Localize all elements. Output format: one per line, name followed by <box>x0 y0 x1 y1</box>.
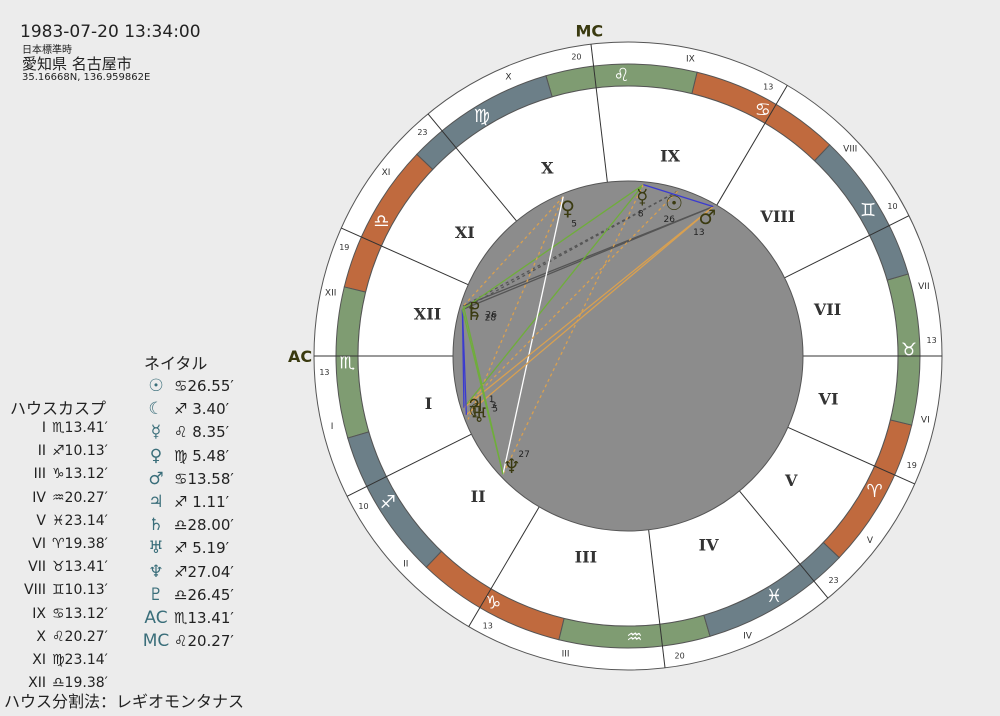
planet-degree-label: 8 <box>638 210 644 220</box>
house-outer-label: XI <box>382 168 391 178</box>
planet-degree-label: 26 <box>485 310 497 320</box>
house-number-label: X <box>541 159 554 178</box>
house-number-label: III <box>575 548 597 567</box>
cusp-degree-label: 20 <box>571 52 581 61</box>
house-number-label: VIII <box>759 207 795 226</box>
planet-marker: ☿ <box>636 185 648 209</box>
sign-glyph: ♍ <box>474 106 490 127</box>
planet-degree-label: 13 <box>693 228 704 238</box>
cusp-degree-label: 13 <box>483 622 493 631</box>
planet-degree-label: 5 <box>492 405 498 415</box>
house-outer-label: I <box>331 422 334 432</box>
cusp-degree-label: 19 <box>907 461 917 470</box>
cusp-degree-label: 20 <box>674 652 684 661</box>
house-outer-label: VI <box>921 415 930 425</box>
cusp-degree-label: 19 <box>339 243 349 252</box>
sign-glyph: ♎ <box>373 211 389 232</box>
sign-glyph: ♈ <box>866 481 882 502</box>
planet-marker: ♀ <box>560 196 575 220</box>
house-outer-label: IX <box>686 54 695 64</box>
house-number-label: I <box>425 394 432 413</box>
cusp-degree-label: 23 <box>417 128 427 137</box>
cusp-degree-label: 23 <box>828 576 838 585</box>
sign-glyph: ♉ <box>901 340 917 361</box>
house-number-label: IX <box>660 146 680 165</box>
ascendant-label: AC <box>288 347 312 366</box>
cusp-degree-label: 10 <box>358 502 368 511</box>
planet-marker: ♂ <box>698 205 716 229</box>
planet-degree-label: 26 <box>664 215 676 225</box>
planet-marker: ☉ <box>665 191 683 215</box>
planet-degree-label: 5 <box>571 220 577 230</box>
sign-glyph: ♌ <box>613 65 629 86</box>
planet-degree-label: 27 <box>518 450 529 460</box>
house-outer-label: IV <box>743 632 753 642</box>
house-outer-label: X <box>505 72 511 82</box>
sign-glyph: ♐ <box>380 492 396 513</box>
house-number-label: XII <box>414 304 441 323</box>
house-outer-label: III <box>562 650 570 660</box>
house-number-label: V <box>784 471 798 490</box>
midheaven-label: MC <box>575 21 603 40</box>
house-number-label: VI <box>818 390 839 409</box>
house-number-label: VII <box>813 300 841 319</box>
sign-glyph: ♊ <box>860 200 876 221</box>
house-number-label: IV <box>699 535 719 554</box>
sign-glyph: ♒ <box>626 627 642 648</box>
cusp-degree-label: 10 <box>887 202 897 211</box>
house-outer-label: VII <box>918 282 929 292</box>
planet-marker: ♇ <box>466 297 484 321</box>
house-number-label: II <box>471 487 486 506</box>
sign-glyph: ♓ <box>766 586 782 607</box>
planet-marker: ♅ <box>470 403 488 427</box>
house-outer-label: VIII <box>843 145 857 155</box>
house-outer-label: XII <box>325 289 336 299</box>
house-outer-label: V <box>867 536 874 546</box>
cusp-degree-label: 13 <box>926 336 936 345</box>
house-outer-label: II <box>403 559 408 569</box>
cusp-degree-label: 13 <box>319 368 329 377</box>
house-number-label: XI <box>455 223 475 242</box>
planet-degree-label: 1 <box>489 395 495 405</box>
cusp-degree-label: 13 <box>763 82 773 91</box>
horoscope-wheel: ♈♉♊♋♌♍♎♏♐♑♒♓II13IIII10IIIIII13IVIV20VV23… <box>288 21 943 671</box>
